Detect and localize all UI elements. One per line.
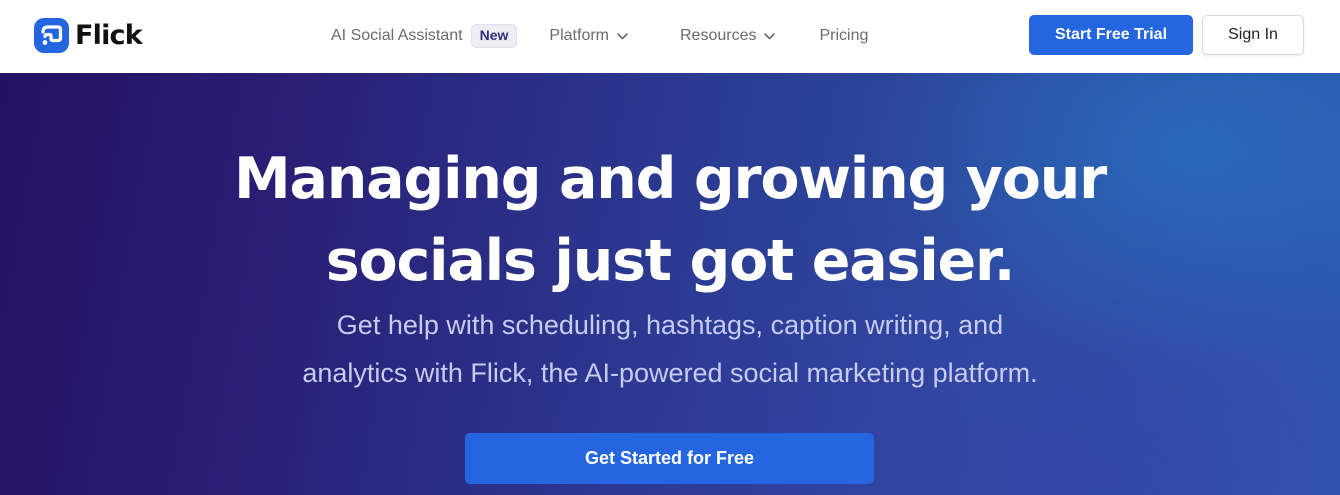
chevron-down-icon	[764, 32, 776, 39]
nav-item-pricing[interactable]: Pricing	[819, 27, 868, 45]
nav-item-label: Resources	[680, 27, 757, 44]
flick-logo[interactable]: Flick	[34, 16, 143, 54]
top-navigation-bar: Flick AI Social Assistant New Platform R…	[0, 0, 1340, 73]
chevron-down-icon	[617, 32, 628, 39]
hero-title: Managing and growing your socials just g…	[0, 138, 1340, 302]
hero-section: Managing and growing your socials just g…	[0, 73, 1340, 495]
hero-subtitle: Get help with scheduling, hashtags, capt…	[0, 301, 1340, 397]
hero-subtitle-line-1: Get help with scheduling, hashtags, capt…	[336, 310, 1004, 340]
sign-in-button[interactable]: Sign In	[1202, 15, 1304, 55]
nav-item-label: Platform	[549, 27, 609, 44]
hero-subtitle-line-2: analytics with Flick, the AI-powered soc…	[302, 358, 1038, 388]
nav-item-platform[interactable]: Platform	[549, 27, 628, 45]
new-badge: New	[470, 24, 518, 48]
get-started-button[interactable]: Get Started for Free	[465, 433, 874, 484]
start-free-trial-button[interactable]: Start Free Trial	[1029, 15, 1193, 55]
brand-name: Flick	[75, 19, 143, 51]
hero-title-line-1: Managing and growing your	[234, 146, 1107, 212]
nav-item-label: Pricing	[819, 27, 869, 44]
nav-item-resources[interactable]: Resources	[680, 27, 776, 45]
flick-logo-icon	[34, 17, 69, 53]
nav-item-ai-social-assistant[interactable]: AI Social Assistant New	[331, 24, 518, 48]
main-nav: AI Social Assistant New Platform Resourc…	[331, 23, 868, 49]
nav-item-label: AI Social Assistant	[331, 26, 463, 44]
hero-title-line-2: socials just got easier.	[325, 228, 1016, 294]
